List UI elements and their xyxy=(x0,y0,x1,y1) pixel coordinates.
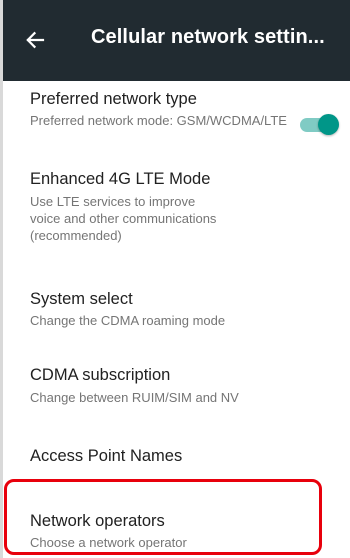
access-point-names-item[interactable]: Access Point Names xyxy=(3,420,350,487)
preferred-network-type-title: Preferred network type xyxy=(30,90,197,108)
access-point-names-title: Access Point Names xyxy=(30,447,183,465)
enhanced-4g-lte-title: Enhanced 4G LTE Mode xyxy=(30,170,211,188)
screen: Cellular network settin... Preferred net… xyxy=(0,0,350,558)
network-operators-item[interactable]: Network operators Choose a network opera… xyxy=(3,487,350,558)
enhanced-4g-lte-summary-line-3: (recommended) xyxy=(30,228,122,243)
arrow-left-icon xyxy=(26,31,45,49)
enhanced-4g-lte-item[interactable]: Enhanced 4G LTE Mode Use LTE services to… xyxy=(3,153,350,264)
cdma-subscription-title: CDMA subscription xyxy=(30,366,171,384)
back-button[interactable] xyxy=(17,22,53,58)
cdma-subscription-summary: Change between RUIM/SIM and NV xyxy=(30,390,239,405)
preferred-network-type-summary: Preferred network mode: GSM/WCDMA/LTE xyxy=(30,113,287,128)
page-title: Cellular network settin... xyxy=(91,26,325,48)
network-operators-title: Network operators xyxy=(30,512,165,530)
system-select-title: System select xyxy=(30,290,133,308)
toggle-thumb xyxy=(318,114,339,135)
network-operators-summary: Choose a network operator xyxy=(30,535,187,550)
system-select-item[interactable]: System select Change the CDMA roaming mo… xyxy=(3,264,350,340)
cdma-subscription-item[interactable]: CDMA subscription Change between RUIM/SI… xyxy=(3,340,350,420)
enhanced-4g-lte-summary-line-1: Use LTE services to improve xyxy=(30,194,196,209)
app-bar: Cellular network settin... xyxy=(3,0,350,81)
enhanced-4g-lte-toggle[interactable] xyxy=(296,113,340,137)
enhanced-4g-lte-summary-line-2: voice and other communications xyxy=(30,211,217,226)
system-select-summary: Change the CDMA roaming mode xyxy=(30,313,226,328)
